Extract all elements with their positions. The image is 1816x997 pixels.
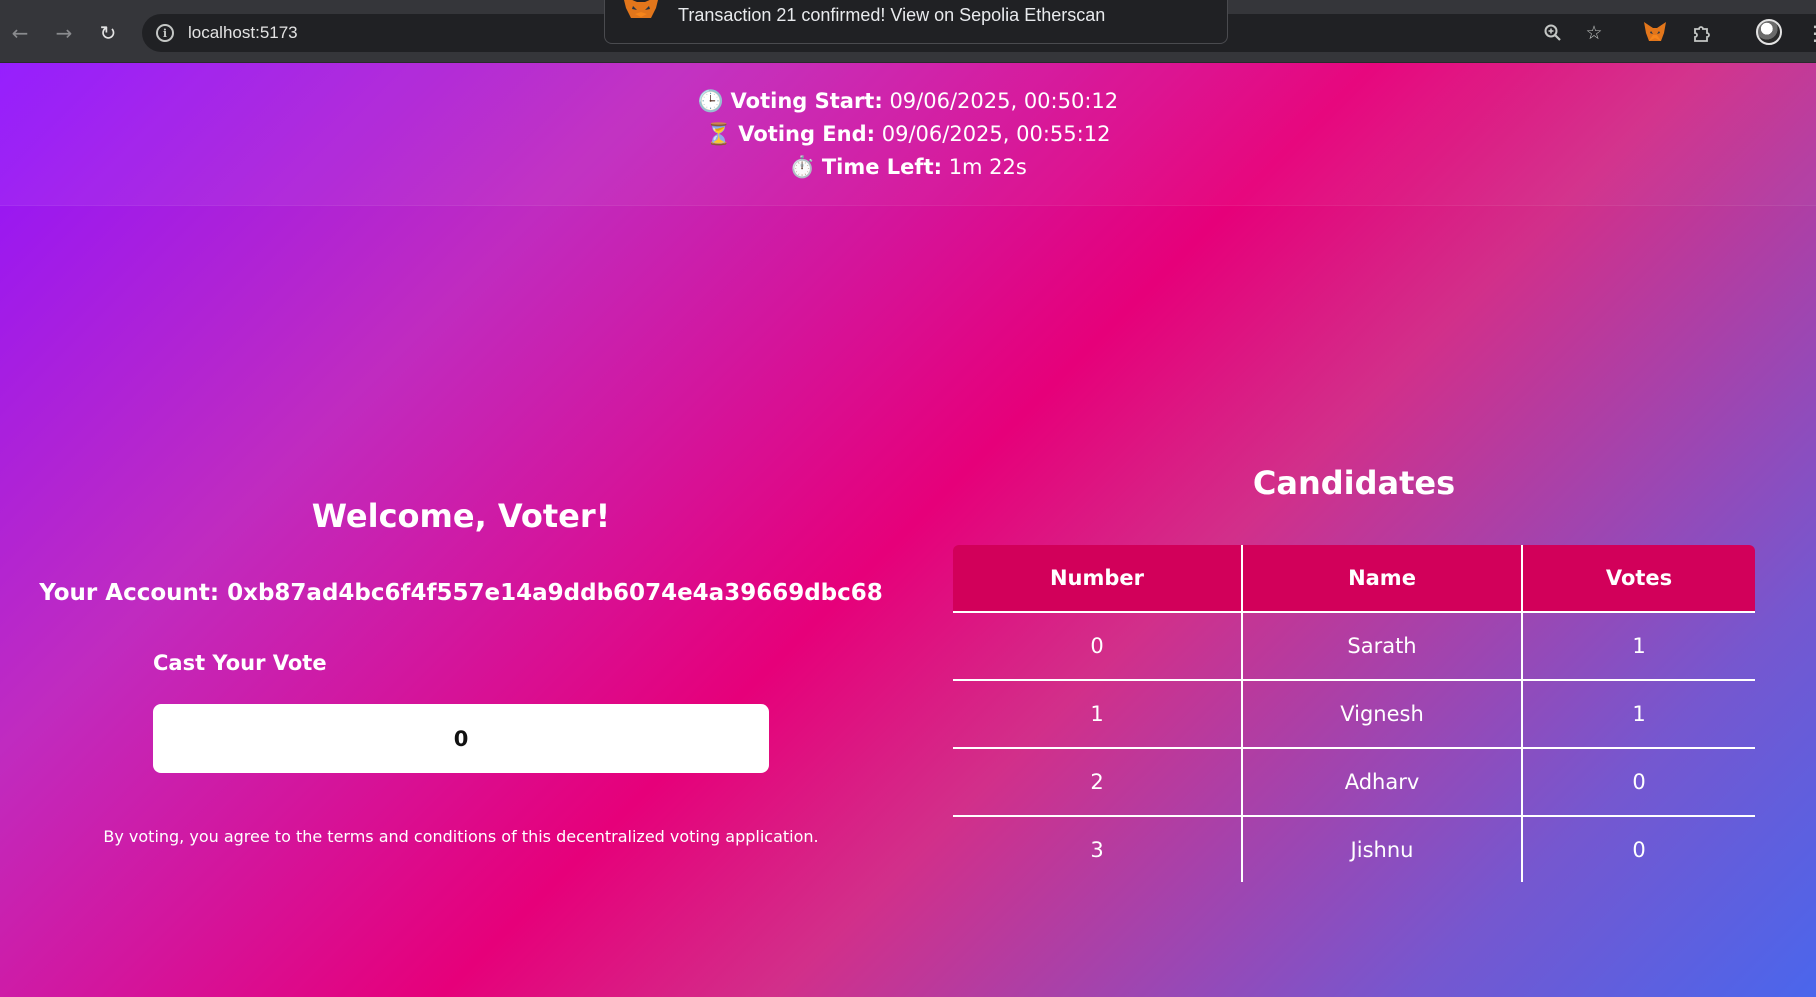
candidates-heading: Candidates: [1252, 464, 1456, 502]
voting-page: 🕒 Voting Start: 09/06/2025, 00:50:12 ⏳ V…: [0, 63, 1816, 997]
table-row: 3 Jishnu 0: [953, 815, 1755, 882]
table-row: 1 Vignesh 1: [953, 679, 1755, 748]
account-label: Your Account:: [39, 580, 220, 606]
candidate-votes: 0: [1522, 747, 1755, 816]
candidate-number: 3: [953, 815, 1243, 882]
candidate-votes: 1: [1522, 679, 1755, 748]
candidate-name: Vignesh: [1242, 679, 1523, 748]
kebab-menu-icon[interactable]: ⋮: [1805, 19, 1816, 47]
terms-text: By voting, you agree to the terms and co…: [103, 827, 819, 846]
candidate-name: Sarath: [1242, 611, 1523, 680]
reload-icon[interactable]: ↻: [94, 19, 122, 47]
url-text[interactable]: localhost:5173: [188, 23, 298, 43]
transaction-toast[interactable]: Transaction 21 confirmed! View on Sepoli…: [604, 0, 1228, 44]
forward-arrow-icon[interactable]: →: [50, 19, 78, 47]
metamask-fox-icon[interactable]: [1643, 21, 1667, 43]
account-line: Your Account: 0xb87ad4bc6f4f557e14a9ddb6…: [0, 580, 922, 606]
voter-panel: Welcome, Voter! Your Account: 0xb87ad4bc…: [0, 63, 922, 997]
column-header-votes: Votes: [1522, 545, 1755, 612]
candidate-number: 0: [953, 611, 1243, 680]
cast-vote-label: Cast Your Vote: [153, 651, 327, 675]
welcome-heading: Welcome, Voter!: [311, 497, 611, 535]
candidate-votes: 1: [1522, 611, 1755, 680]
time-left-value: 1m 22s: [948, 155, 1027, 179]
candidate-name: Jishnu: [1242, 815, 1523, 882]
star-icon[interactable]: ☆: [1580, 19, 1608, 47]
back-arrow-icon[interactable]: ←: [6, 19, 34, 47]
candidate-name: Adharv: [1242, 747, 1523, 816]
info-icon[interactable]: i: [156, 24, 174, 42]
avatar[interactable]: [1756, 19, 1782, 45]
table-row: 2 Adharv 0: [953, 747, 1755, 816]
candidate-votes: 0: [1522, 815, 1755, 882]
column-header-name: Name: [1242, 545, 1523, 612]
table-row: 0 Sarath 1: [953, 611, 1755, 680]
candidates-table: Number Name Votes 0 Sarath 1 1 Vignesh 1…: [953, 545, 1755, 882]
voting-start-value: 09/06/2025, 00:50:12: [889, 89, 1119, 113]
candidate-number: 2: [953, 747, 1243, 816]
toast-message[interactable]: Transaction 21 confirmed! View on Sepoli…: [678, 5, 1105, 26]
vote-input[interactable]: [153, 704, 769, 773]
candidate-number: 1: [953, 679, 1243, 748]
table-header-row: Number Name Votes: [953, 545, 1755, 612]
zoom-icon[interactable]: [1539, 19, 1567, 47]
puzzle-icon[interactable]: [1688, 19, 1716, 47]
column-header-number: Number: [953, 545, 1243, 612]
metamask-fox-icon: [621, 0, 661, 18]
account-address: 0xb87ad4bc6f4f557e14a9ddb6074e4a39669dbc…: [227, 580, 883, 606]
